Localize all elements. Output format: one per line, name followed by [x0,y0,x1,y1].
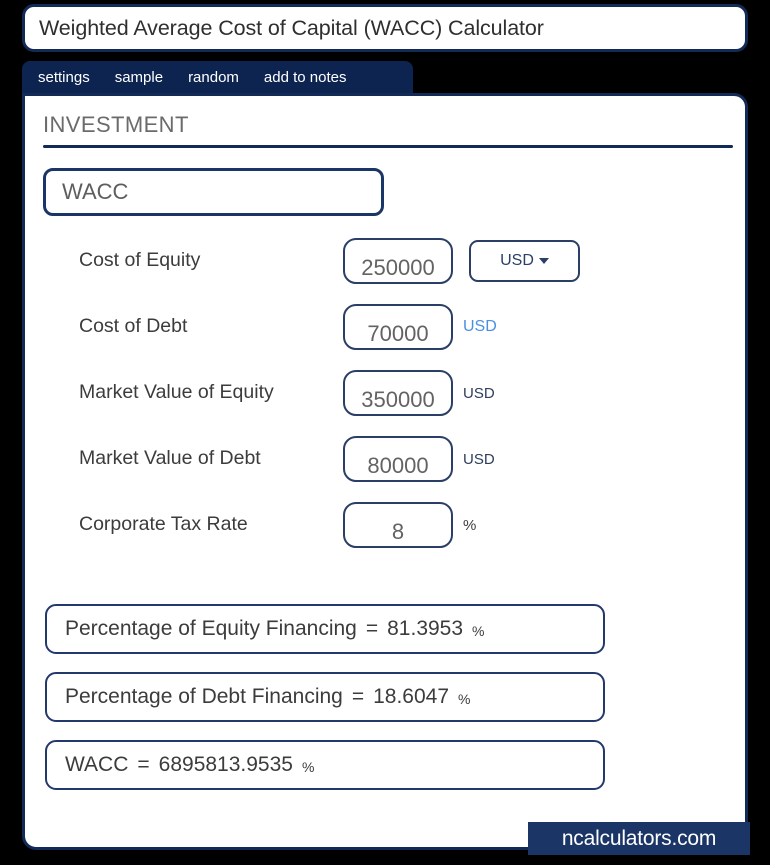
unit-corporate-tax-rate: % [463,516,477,534]
tab-sample[interactable]: sample [115,69,163,86]
label-market-value-of-equity: Market Value of Equity [79,381,274,404]
result-label: WACC [65,753,129,776]
result-unit: % [472,623,485,639]
label-cost-of-equity: Cost of Equity [79,249,201,272]
tab-settings[interactable]: settings [38,69,90,86]
currency-select-cost-of-equity[interactable]: USD [469,240,580,282]
result-value: 18.6047 [373,685,450,708]
value-market-value-of-debt: 80000 [367,453,429,478]
unit-market-value-of-debt: USD [463,450,495,468]
result-equals: = [351,685,365,708]
result-value: 6895813.9535 [158,753,293,776]
result-unit: % [301,759,315,775]
result-equals: = [137,753,150,776]
value-corporate-tax-rate: 8 [391,519,405,544]
row-corporate-tax-rate: Corporate Tax Rate 8 % [25,492,751,558]
result-wacc: WACC = 6895813.9535 % [45,740,605,790]
row-market-value-of-debt: Market Value of Debt 80000 USD [25,426,751,492]
value-cost-of-equity: 250000 [361,255,435,280]
title-bar: Weighted Average Cost of Capital (WACC) … [22,4,748,52]
label-cost-of-debt: Cost of Debt [79,315,188,338]
unit-market-value-of-equity: USD [463,384,495,402]
result-percentage-equity-financing: Percentage of Equity Financing = 81.3953… [45,604,605,654]
site-watermark: ncalculators.com [528,822,750,855]
row-market-value-of-equity: Market Value of Equity 350000 USD [25,360,751,426]
calculator-card: INVESTMENT WACC Cost of Equity 250000 US… [22,93,748,850]
label-corporate-tax-rate: Corporate Tax Rate [79,513,248,536]
chevron-down-icon [538,258,549,264]
tab-add-to-notes[interactable]: add to notes [264,69,347,86]
input-cost-of-equity[interactable]: 250000 [343,238,453,284]
result-value: 81.3953 [387,617,464,640]
watermark-text: ncalculators.com [561,826,717,850]
app-root: Weighted Average Cost of Capital (WACC) … [0,0,770,865]
result-unit: % [458,691,471,707]
value-cost-of-debt: 70000 [367,321,429,346]
input-market-value-of-debt[interactable]: 80000 [343,436,453,482]
tab-random[interactable]: random [188,69,239,86]
section-header: INVESTMENT [43,112,733,148]
investment-name-input[interactable]: WACC [43,168,384,216]
page-title: Weighted Average Cost of Capital (WACC) … [39,15,544,40]
label-market-value-of-debt: Market Value of Debt [79,447,261,470]
section-title: INVESTMENT [43,112,189,137]
value-market-value-of-equity: 350000 [361,387,435,412]
unit-cost-of-debt[interactable]: USD [463,318,497,336]
row-cost-of-debt: Cost of Debt 70000 USD [25,294,751,360]
input-cost-of-debt[interactable]: 70000 [343,304,453,350]
input-rows: Cost of Equity 250000 USD Cost of Debt 7… [25,228,751,558]
result-percentage-debt-financing: Percentage of Debt Financing = 18.6047 % [45,672,605,722]
input-market-value-of-equity[interactable]: 350000 [343,370,453,416]
result-label: Percentage of Equity Financing [65,617,357,640]
result-label: Percentage of Debt Financing [65,685,343,708]
input-corporate-tax-rate[interactable]: 8 [343,502,453,548]
row-cost-of-equity: Cost of Equity 250000 USD [25,228,751,294]
currency-select-label: USD [500,252,534,269]
results-panel: Percentage of Equity Financing = 81.3953… [45,604,735,808]
tab-bar: settings sample random add to notes [22,61,413,93]
section-divider [43,145,733,148]
result-equals: = [365,617,379,640]
investment-name-value: WACC [62,179,129,204]
